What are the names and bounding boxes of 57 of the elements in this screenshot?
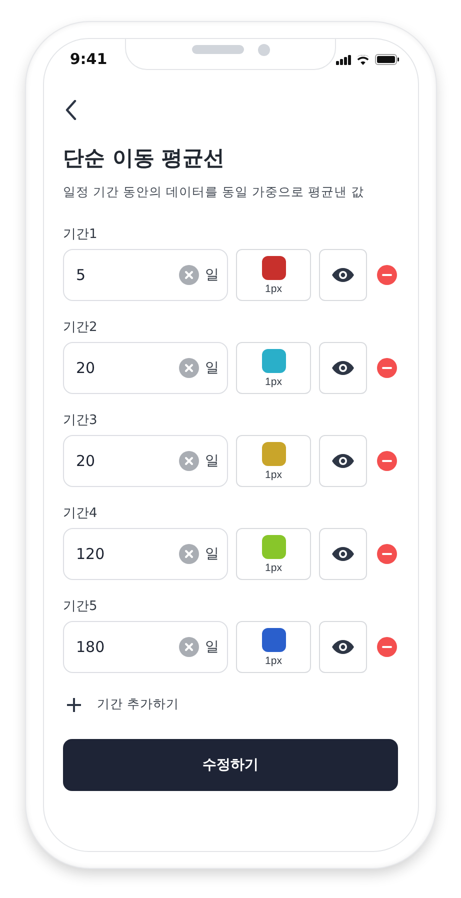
eye-icon bbox=[332, 454, 354, 468]
page-title: 단순 이동 평균선 bbox=[63, 145, 226, 172]
period-label: 기간3 bbox=[63, 413, 98, 429]
remove-icon[interactable] bbox=[377, 451, 397, 471]
cellular-signal-icon bbox=[336, 55, 351, 65]
line-style-button[interactable]: 1px bbox=[236, 621, 311, 673]
remove-icon[interactable] bbox=[377, 265, 397, 285]
chevron-left-icon bbox=[65, 100, 77, 120]
clear-icon[interactable] bbox=[179, 358, 199, 378]
period-input-field[interactable]: 20 일 bbox=[63, 342, 228, 394]
remove-icon[interactable] bbox=[377, 544, 397, 564]
eye-icon bbox=[332, 268, 354, 282]
period-input-field[interactable]: 20 일 bbox=[63, 435, 228, 487]
clear-icon[interactable] bbox=[179, 265, 199, 285]
line-style-button[interactable]: 1px bbox=[236, 528, 311, 580]
unit-label: 일 bbox=[205, 452, 219, 470]
period-input-field[interactable]: 5 일 bbox=[63, 249, 228, 301]
remove-icon[interactable] bbox=[377, 358, 397, 378]
remove-icon[interactable] bbox=[377, 637, 397, 657]
battery-icon bbox=[375, 54, 399, 65]
submit-button[interactable]: 수정하기 bbox=[63, 739, 398, 791]
wifi-icon bbox=[356, 55, 370, 65]
status-time: 9:41 bbox=[68, 50, 108, 70]
visibility-button[interactable] bbox=[319, 342, 367, 394]
line-thickness: 1px bbox=[265, 654, 282, 666]
unit-label: 일 bbox=[205, 638, 219, 656]
clear-icon[interactable] bbox=[179, 637, 199, 657]
speaker-icon bbox=[192, 45, 244, 54]
camera-icon bbox=[258, 44, 270, 56]
period-label: 기간4 bbox=[63, 506, 98, 522]
line-style-button[interactable]: 1px bbox=[236, 435, 311, 487]
period-label: 기간2 bbox=[63, 320, 98, 336]
add-period-button[interactable]: 기간 추가하기 bbox=[67, 696, 179, 713]
period-input-field[interactable]: 120 일 bbox=[63, 528, 228, 580]
eye-icon bbox=[332, 547, 354, 561]
visibility-button[interactable] bbox=[319, 435, 367, 487]
clear-icon[interactable] bbox=[179, 451, 199, 471]
unit-label: 일 bbox=[205, 266, 219, 284]
visibility-button[interactable] bbox=[319, 249, 367, 301]
period-label: 기간1 bbox=[63, 227, 98, 243]
line-style-button[interactable]: 1px bbox=[236, 249, 311, 301]
eye-icon bbox=[332, 640, 354, 654]
eye-icon bbox=[332, 361, 354, 375]
line-thickness: 1px bbox=[265, 468, 282, 480]
page-description: 일정 기간 동안의 데이터를 동일 가중으로 평균낸 값 bbox=[63, 184, 365, 201]
line-thickness: 1px bbox=[265, 562, 282, 574]
line-thickness: 1px bbox=[265, 376, 282, 388]
line-thickness: 1px bbox=[265, 282, 282, 294]
visibility-button[interactable] bbox=[319, 528, 367, 580]
line-style-button[interactable]: 1px bbox=[236, 342, 311, 394]
unit-label: 일 bbox=[205, 545, 219, 563]
unit-label: 일 bbox=[205, 359, 219, 377]
visibility-button[interactable] bbox=[319, 621, 367, 673]
period-label: 기간5 bbox=[63, 599, 98, 615]
clear-icon[interactable] bbox=[179, 544, 199, 564]
period-input-field[interactable]: 180 일 bbox=[63, 621, 228, 673]
plus-icon bbox=[67, 698, 81, 712]
